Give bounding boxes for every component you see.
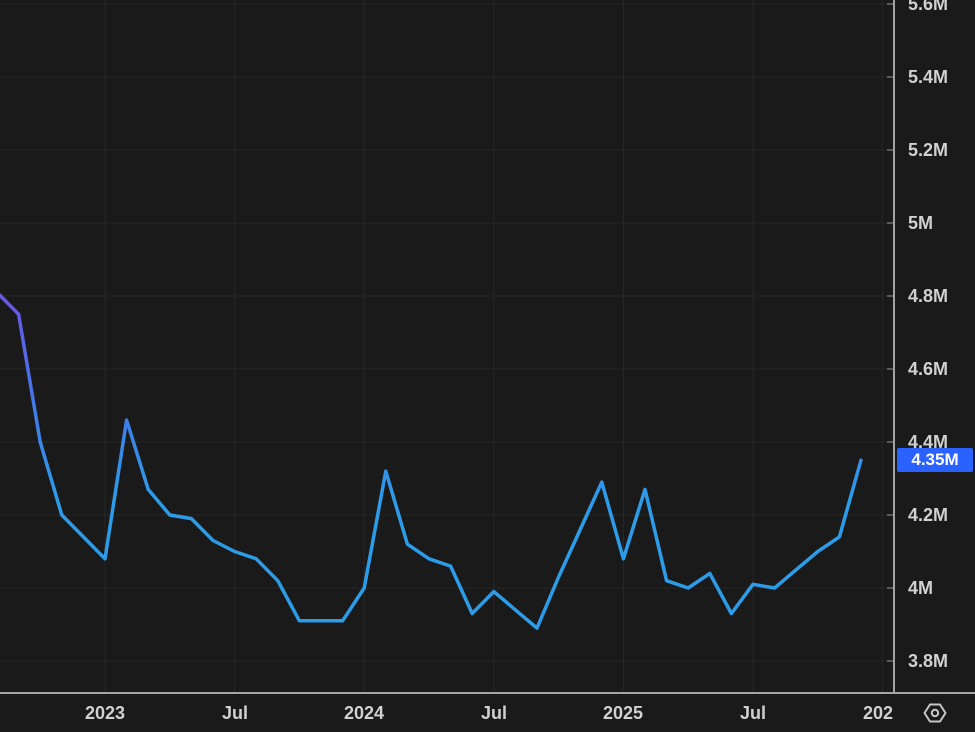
time-axis-labels: 2023 Jul 2024 Jul 2025 Jul 2026 <box>0 694 893 732</box>
x-axis-label: Jul <box>480 703 507 723</box>
x-axis-label: 2024 <box>343 703 385 723</box>
x-axis-label: 2025 <box>602 703 644 723</box>
price-axis[interactable]: 5.6M 5.4M 5.2M 5M 4.8M 4.6M 4.4M 4.2M 4M 3.8M 4.35… <box>893 0 975 732</box>
axis-corner <box>895 694 975 732</box>
last-price-label: 4.35M <box>897 448 973 472</box>
axis-settings-icon[interactable] <box>921 699 949 727</box>
h-gridlines <box>0 3 893 662</box>
y-axis-label: 4.2M <box>908 505 949 525</box>
time-axis[interactable]: 2023 Jul 2024 Jul 2025 Jul 2026 <box>0 692 975 732</box>
price-line-chart <box>0 0 893 692</box>
price-series-line <box>0 292 863 630</box>
x-axis-label: 2026 <box>862 703 893 723</box>
y-axis-label: 5.2M <box>908 140 949 160</box>
x-axis-label: 2023 <box>84 703 126 723</box>
y-axis-label: 4M <box>908 578 934 598</box>
chart-window: 5.6M 5.4M 5.2M 5M 4.8M 4.6M 4.4M 4.2M 4M 3.8M 4.35… <box>0 0 975 732</box>
x-axis-label: Jul <box>739 703 766 723</box>
y-axis-label: 4.8M <box>908 286 949 306</box>
y-axis-label: 4.6M <box>908 359 949 379</box>
y-axis-label: 3.8M <box>908 651 949 671</box>
y-axis-label: 5.6M <box>908 0 949 14</box>
y-axis-label: 5M <box>908 213 934 233</box>
x-axis-label: Jul <box>221 703 248 723</box>
price-chart-canvas[interactable] <box>0 0 893 692</box>
y-axis-label: 5.4M <box>908 67 949 87</box>
